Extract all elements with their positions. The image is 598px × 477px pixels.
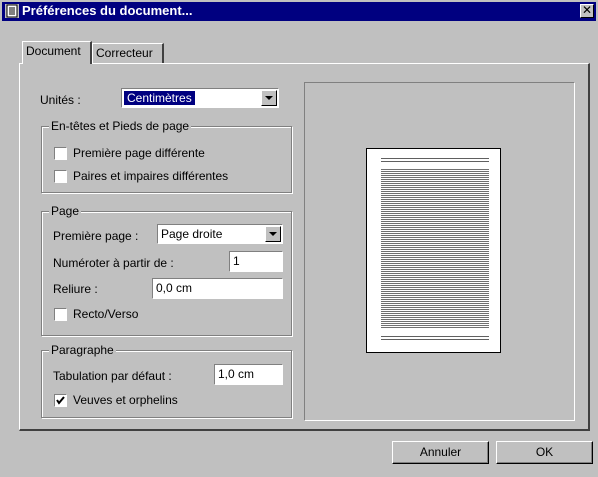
widows-orphans-label[interactable]: Veuves et orphelins <box>73 393 178 407</box>
odd-even-different-label[interactable]: Paires et impaires différentes <box>73 169 228 183</box>
page-preview-graphic <box>381 158 489 340</box>
recto-verso-label[interactable]: Recto/Verso <box>73 307 138 321</box>
numbering-start-input[interactable]: 1 <box>229 251 283 272</box>
paragraph-group-title: Paragraphe <box>49 343 116 357</box>
close-button[interactable]: ✕ <box>580 4 594 18</box>
page-preview <box>366 148 501 353</box>
headers-footers-group-title: En-têtes et Pieds de page <box>49 119 192 133</box>
tab-document[interactable]: Document <box>22 41 92 64</box>
binding-input[interactable]: 0,0 cm <box>152 278 283 299</box>
document-app-icon <box>5 4 19 18</box>
ok-button-label: OK <box>535 445 554 459</box>
units-select-value: Centimètres <box>124 91 195 105</box>
body-lines <box>381 169 489 328</box>
units-label: Unités : <box>40 93 81 107</box>
ok-button[interactable]: OK <box>496 441 593 464</box>
tab-document-label: Document <box>26 44 81 58</box>
default-tab-label: Tabulation par défaut : <box>53 369 172 383</box>
first-page-select-value: Page droite <box>161 227 223 241</box>
chevron-down-icon <box>265 96 273 100</box>
checkmark-icon <box>56 396 65 405</box>
first-page-label: Première page : <box>53 229 139 243</box>
window-title: Préférences du document... <box>22 3 193 18</box>
binding-label: Reliure : <box>53 282 98 296</box>
units-select[interactable]: Centimètres <box>121 88 279 108</box>
page-group-title: Page <box>49 204 82 218</box>
chevron-down-icon <box>269 232 277 236</box>
preferences-dialog: Préférences du document... ✕ Document Co… <box>0 0 598 477</box>
cancel-button-label: Annuler <box>419 445 462 459</box>
odd-even-different-checkbox[interactable] <box>54 170 67 183</box>
numbering-start-label: Numéroter à partir de : <box>53 256 174 270</box>
first-page-different-checkbox[interactable] <box>54 147 67 160</box>
first-page-dropdown-button[interactable] <box>265 226 281 242</box>
recto-verso-checkbox[interactable] <box>54 308 67 321</box>
default-tab-input[interactable]: 1,0 cm <box>214 364 283 385</box>
first-page-different-label[interactable]: Première page différente <box>73 146 205 160</box>
first-page-select[interactable]: Page droite <box>157 224 283 244</box>
units-dropdown-button[interactable] <box>261 90 277 106</box>
widows-orphans-checkbox[interactable] <box>54 394 67 407</box>
title-bar[interactable]: Préférences du document... ✕ <box>2 2 596 21</box>
tab-correcteur-label: Correcteur <box>96 46 153 60</box>
cancel-button[interactable]: Annuler <box>392 441 489 464</box>
close-icon: ✕ <box>581 3 593 17</box>
tab-correcteur[interactable]: Correcteur <box>92 43 164 63</box>
